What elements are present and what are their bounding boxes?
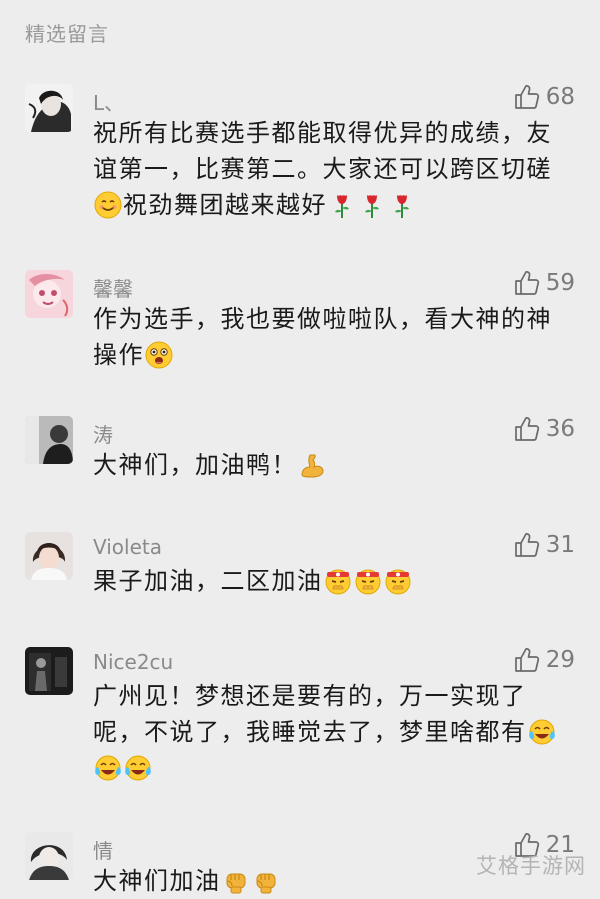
comment-text: 果子加油，二区加油 xyxy=(93,563,573,599)
fist-emoji xyxy=(252,867,280,895)
thumbs-up-icon xyxy=(514,648,539,672)
comment-text: 祝所有比赛选手都能取得优异的成绩，友谊第一，比赛第二。大家还可以跨区切磋祝劲舞团… xyxy=(93,115,573,223)
comment-text: 大神们，加油鸭！ xyxy=(93,447,573,483)
comment-text-segment: 大神们，加油鸭！ xyxy=(93,451,297,479)
muscle-emoji xyxy=(298,451,326,479)
avatar[interactable] xyxy=(25,532,73,580)
commenter-name: 情 xyxy=(93,839,113,863)
tears-of-joy-emoji xyxy=(528,718,556,746)
commenter-name: 馨馨 xyxy=(93,277,133,301)
like-button[interactable]: 68 xyxy=(514,84,575,110)
fist-emoji xyxy=(222,867,250,895)
watermark-text: 艾格手游网 xyxy=(476,854,586,878)
commenter-name: L、 xyxy=(93,91,125,115)
avatar[interactable] xyxy=(25,84,73,132)
like-button[interactable]: 36 xyxy=(514,416,575,442)
fighting-emoji xyxy=(384,567,412,595)
tears-of-joy-emoji xyxy=(124,754,152,782)
like-count: 29 xyxy=(545,647,575,673)
thumbs-up-icon xyxy=(514,85,539,109)
comment-text-segment: 果子加油，二区加油 xyxy=(93,567,323,595)
smile-emoji xyxy=(94,191,122,219)
comment-text-segment: 祝劲舞团越来越好 xyxy=(123,191,327,219)
avatar[interactable] xyxy=(25,832,73,880)
commenter-name: Violeta xyxy=(93,535,162,559)
wow-emoji xyxy=(145,341,173,369)
fighting-emoji xyxy=(324,567,352,595)
thumbs-up-icon xyxy=(514,271,539,295)
thumbs-up-icon xyxy=(514,533,539,557)
rose-emoji xyxy=(328,191,356,219)
like-button[interactable]: 31 xyxy=(514,532,575,558)
comment-text-segment: 广州见！梦想还是要有的，万一实现了呢，不说了，我睡觉去了，梦里啥都有 xyxy=(93,682,527,746)
comment-text-segment: 祝所有比赛选手都能取得优异的成绩，友谊第一，比赛第二。大家还可以跨区切磋 xyxy=(93,119,552,183)
like-count: 36 xyxy=(545,416,575,442)
avatar[interactable] xyxy=(25,270,73,318)
avatar[interactable] xyxy=(25,416,73,464)
fighting-emoji xyxy=(354,567,382,595)
like-button[interactable]: 29 xyxy=(514,647,575,673)
comment-text-segment: 大神们加油 xyxy=(93,867,221,895)
rose-emoji xyxy=(388,191,416,219)
like-count: 68 xyxy=(545,84,575,110)
avatar[interactable] xyxy=(25,647,73,695)
thumbs-up-icon xyxy=(514,417,539,441)
tears-of-joy-emoji xyxy=(94,754,122,782)
commenter-name: Nice2cu xyxy=(93,650,174,674)
like-button[interactable]: 59 xyxy=(514,270,575,296)
comment-text: 作为选手，我也要做啦啦队，看大神的神操作 xyxy=(93,301,573,373)
commenter-name: 涛 xyxy=(93,423,113,447)
rose-emoji xyxy=(358,191,386,219)
like-count: 31 xyxy=(545,532,575,558)
like-count: 59 xyxy=(545,270,575,296)
comment-text: 广州见！梦想还是要有的，万一实现了呢，不说了，我睡觉去了，梦里啥都有 xyxy=(93,678,573,786)
section-title: 精选留言 xyxy=(25,22,109,46)
